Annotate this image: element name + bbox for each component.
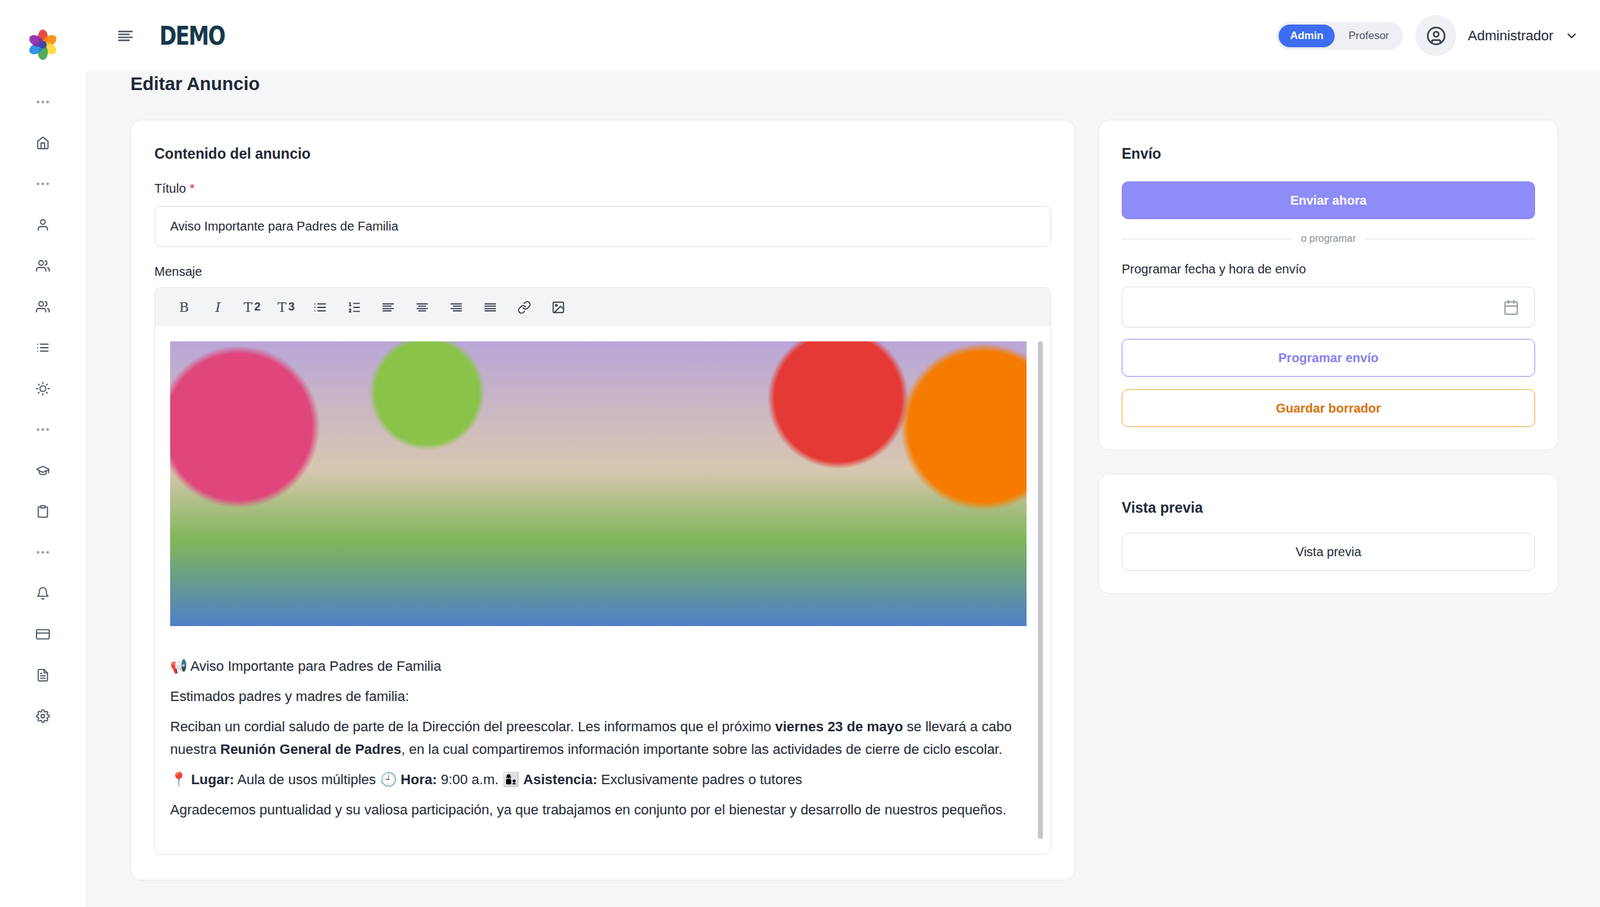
toolbar-button[interactable]: T3 xyxy=(269,293,303,322)
sidebar-separator xyxy=(0,163,86,205)
toolbar-button[interactable] xyxy=(337,293,371,322)
schedule-datetime-input[interactable] xyxy=(1121,286,1536,328)
toolbar-button[interactable] xyxy=(303,293,337,322)
sun-icon xyxy=(35,381,50,396)
user-circle-icon xyxy=(1426,25,1447,47)
bullet-list-icon xyxy=(313,300,328,315)
role-option[interactable]: Profesor xyxy=(1337,24,1401,48)
toolbar-button[interactable]: B xyxy=(167,293,201,322)
list-icon xyxy=(35,340,50,355)
more-icon xyxy=(34,544,52,561)
credit-card-icon xyxy=(35,627,50,642)
menu-icon xyxy=(116,27,135,45)
sidebar-item[interactable] xyxy=(0,613,86,655)
card-title: Envío xyxy=(1121,145,1536,163)
chevron-down-icon xyxy=(1564,28,1579,43)
sidebar-item[interactable] xyxy=(0,490,86,532)
save-draft-button[interactable]: Guardar borrador xyxy=(1121,389,1536,428)
logo[interactable]: DEMO xyxy=(159,21,225,51)
clipboard-icon xyxy=(35,504,50,519)
message-paragraph: Agradecemos puntualidad y su valiosa par… xyxy=(170,799,1027,822)
toolbar-button[interactable]: T2 xyxy=(235,293,269,322)
sidebar-separator xyxy=(0,408,86,450)
message-paragraph: 📢 Aviso Importante para Padres de Famili… xyxy=(170,655,1027,679)
card-title: Vista previa xyxy=(1121,499,1536,517)
more-icon xyxy=(34,175,52,193)
more-icon xyxy=(34,93,52,111)
align-justify-icon xyxy=(483,300,498,315)
preview-button[interactable]: Vista previa xyxy=(1121,533,1536,571)
toolbar-button[interactable] xyxy=(507,293,541,322)
sidebar-separator xyxy=(0,531,86,573)
align-center-icon xyxy=(415,300,430,315)
scrollbar-thumb[interactable] xyxy=(1037,341,1043,840)
photo xyxy=(170,341,1027,627)
field-label: Mensaje xyxy=(154,264,1052,280)
user-icon xyxy=(35,218,50,232)
divider: o programar xyxy=(1121,233,1536,245)
editor-toolbar: BIT2T3 xyxy=(155,287,1051,327)
toolbar-button[interactable] xyxy=(439,293,473,322)
sidebar-item[interactable] xyxy=(0,368,86,409)
groups-icon xyxy=(35,299,50,314)
align-right-icon xyxy=(449,300,464,315)
title-input[interactable]: Aviso Importante para Padres de Familia xyxy=(154,206,1052,248)
sidebar-item[interactable] xyxy=(0,286,86,328)
sidebar-separator xyxy=(0,81,86,123)
image-icon xyxy=(551,300,566,315)
role-toggle: AdminProfesor xyxy=(1276,22,1403,50)
sidebar-item[interactable] xyxy=(0,695,86,737)
card-title: Contenido del anuncio xyxy=(154,145,1052,163)
main: Editar Anuncio Contenido del anuncio Títul… xyxy=(85,71,1600,881)
send-now-button[interactable]: Enviar ahora xyxy=(1121,181,1536,220)
field-label: Título* xyxy=(154,181,1052,196)
file-icon xyxy=(35,668,50,683)
page-title: Editar Anuncio xyxy=(130,73,1559,95)
preview-card: Vista previa Vista previa xyxy=(1098,473,1559,595)
message-paragraph: Estimados padres y madres de familia: xyxy=(170,685,1027,709)
content-card: Contenido del anuncio Título* Aviso Import… xyxy=(130,119,1076,881)
bell-icon xyxy=(35,586,50,601)
toolbar-button[interactable] xyxy=(405,293,439,322)
sidebar-item[interactable] xyxy=(0,204,86,246)
graduation-cap-icon xyxy=(35,463,50,478)
toolbar-button[interactable]: I xyxy=(201,293,235,322)
role-option[interactable]: Admin xyxy=(1278,24,1335,48)
toolbar-button[interactable] xyxy=(541,293,575,322)
link-icon xyxy=(517,300,532,315)
message-editor[interactable]: 📢 Aviso Importante para Padres de Famili… xyxy=(170,341,1027,840)
toolbar-button[interactable] xyxy=(473,293,507,322)
home-icon xyxy=(35,136,50,150)
user-name: Administrador xyxy=(1467,27,1554,45)
scrollbar[interactable] xyxy=(1037,341,1043,840)
user-menu[interactable]: Administrador xyxy=(1415,15,1579,57)
sidebar-item[interactable] xyxy=(0,327,86,369)
more-icon xyxy=(34,421,52,438)
align-left-icon xyxy=(381,300,396,315)
users-icon xyxy=(35,258,50,273)
numbered-list-icon xyxy=(347,300,362,315)
send-card: Envío Enviar ahora o programar Programar fe… xyxy=(1098,119,1559,451)
field-label: Programar fecha y hora de envío xyxy=(1121,262,1536,277)
top-bar: DEMO AdminProfesor Administrador xyxy=(85,0,1600,72)
rich-text-editor: BIT2T3 📢 Aviso Importante para Padres de … xyxy=(154,287,1052,856)
menu-toggle[interactable] xyxy=(116,27,135,45)
brand-logo-icon[interactable] xyxy=(27,29,58,60)
toolbar-button[interactable] xyxy=(371,293,405,322)
settings-icon xyxy=(35,709,50,724)
sidebar-item[interactable] xyxy=(0,449,86,491)
sidebar xyxy=(0,0,86,907)
schedule-button[interactable]: Programar envío xyxy=(1121,339,1536,377)
sidebar-item[interactable] xyxy=(0,572,86,614)
sidebar-item[interactable] xyxy=(0,654,86,696)
avatar xyxy=(1415,15,1457,57)
sidebar-item[interactable] xyxy=(0,122,86,164)
app: DEMO AdminProfesor Administrador Editar Anu… xyxy=(0,0,1600,907)
sidebar-item[interactable] xyxy=(0,245,86,287)
message-paragraph: Reciban un cordial saludo de parte de la… xyxy=(170,715,1027,762)
message-paragraph: 📍 Lugar: Aula de usos múltiples 🕘 Hora: … xyxy=(170,768,1027,792)
calendar-icon xyxy=(1502,299,1520,316)
